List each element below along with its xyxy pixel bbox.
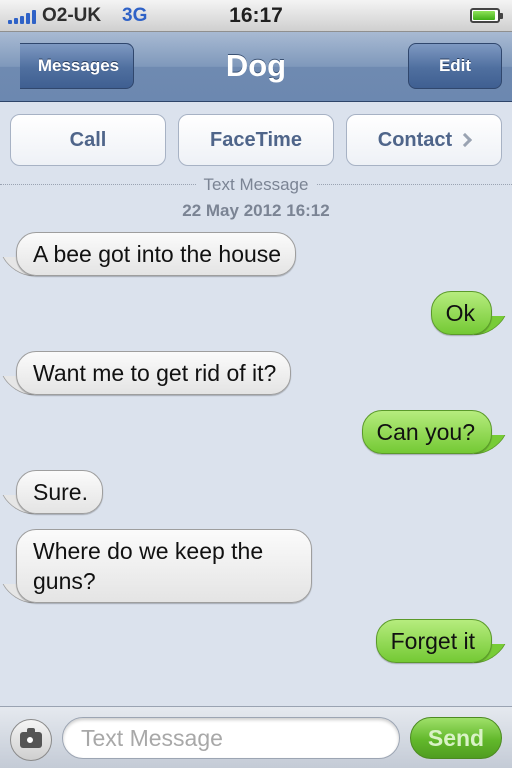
message-outgoing[interactable]: Forget it (375, 619, 492, 663)
message-incoming[interactable]: Where do we keep the guns? (16, 529, 312, 603)
message-list: A bee got into the house Ok Want me to g… (0, 0, 512, 768)
message-incoming[interactable]: Sure. (16, 470, 103, 514)
message-incoming[interactable]: A bee got into the house (16, 232, 297, 276)
message-incoming[interactable]: Want me to get rid of it? (16, 351, 292, 395)
message-outgoing[interactable]: Can you? (361, 410, 492, 454)
message-outgoing[interactable]: Ok (430, 291, 492, 335)
